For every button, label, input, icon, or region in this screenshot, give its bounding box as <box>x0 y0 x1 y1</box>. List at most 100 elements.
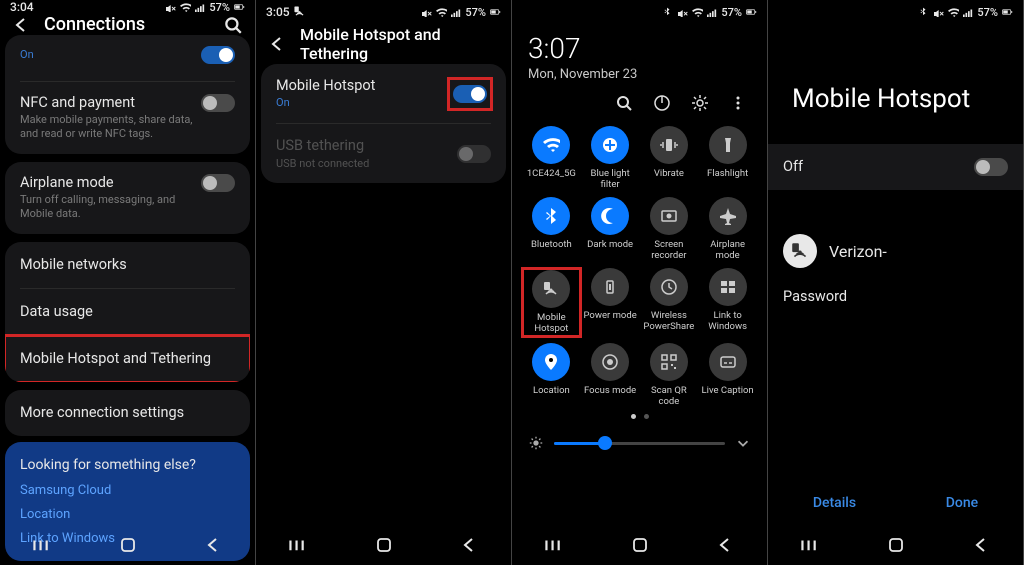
qs-tile-powershare[interactable]: Wireless PowerShare <box>640 268 699 337</box>
nav-back[interactable] <box>711 535 739 555</box>
power-icon <box>653 94 671 112</box>
qs-tile-flashlight[interactable]: Flashlight <box>698 126 757 191</box>
mute-icon <box>164 2 176 12</box>
qs-tile-darkmode[interactable]: Dark mode <box>581 197 640 262</box>
qs-search-button[interactable] <box>615 94 633 112</box>
brightness-expand[interactable] <box>735 435 751 451</box>
qs-tile-bluelight[interactable]: Blue light filter <box>581 126 640 191</box>
search-button[interactable] <box>223 15 243 35</box>
qs-circle <box>709 197 747 235</box>
qs-tile-power[interactable]: Power mode <box>581 268 640 337</box>
qs-tile-caption[interactable]: Live Caption <box>698 343 757 408</box>
qs-more-button[interactable] <box>729 94 747 112</box>
airplane-toggle[interactable] <box>201 174 235 192</box>
hotspot-toggle[interactable] <box>453 85 487 103</box>
qs-circle <box>532 270 570 308</box>
power-icon <box>601 278 619 296</box>
qs-label: Vibrate <box>654 169 684 191</box>
password-value <box>783 309 831 320</box>
bluetooth-status-icon <box>661 7 673 17</box>
nav-recents[interactable] <box>285 535 313 555</box>
qs-tile-screenrec[interactable]: Screen recorder <box>640 197 699 262</box>
caption-icon <box>719 353 737 371</box>
link-location[interactable]: Location <box>20 507 235 522</box>
qs-tile-qr[interactable]: Scan QR code <box>640 343 699 408</box>
qs-tile-airplane[interactable]: Airplane mode <box>698 197 757 262</box>
back-button[interactable] <box>268 35 286 53</box>
usb-toggle <box>457 145 491 163</box>
nav-back[interactable] <box>455 535 483 555</box>
nav-recents[interactable] <box>797 535 825 555</box>
hotspot-detail-panel: 57% Mobile Hotspot Off Verizon- Password… <box>768 0 1024 565</box>
wifi-icon <box>691 7 703 17</box>
location-icon <box>542 353 560 371</box>
airplane-row[interactable]: Airplane mode Turn off calling, messagin… <box>5 162 250 234</box>
battery-icon <box>745 7 757 17</box>
screenrec-icon <box>660 207 678 225</box>
bluelight-icon <box>601 136 619 154</box>
nav-back[interactable] <box>967 535 995 555</box>
nav-bar <box>0 525 255 565</box>
nfc-row[interactable]: NFC and payment Make mobile payments, sh… <box>5 82 250 154</box>
nav-home[interactable] <box>370 535 398 555</box>
hotspot-tethering-row[interactable]: Mobile Hotspot and Tethering <box>5 336 250 382</box>
qs-label: Blue light filter <box>581 169 640 191</box>
battery-text: 57% <box>721 6 742 19</box>
qs-tile-wifi[interactable]: 1CE424_5G <box>522 126 581 191</box>
mobile-hotspot-row[interactable]: Mobile Hotspot On <box>261 64 506 123</box>
qs-label: Dark mode <box>587 240 633 262</box>
mobile-networks-row[interactable]: Mobile networks <box>5 242 250 288</box>
qs-circle <box>709 343 747 381</box>
hotspot-master-toggle[interactable] <box>974 158 1008 176</box>
done-button[interactable]: Done <box>946 495 978 511</box>
qs-tile-location[interactable]: Location <box>522 343 581 408</box>
nav-home[interactable] <box>882 535 910 555</box>
nav-home[interactable] <box>626 535 654 555</box>
qs-circle <box>591 268 629 306</box>
qs-tile-focus[interactable]: Focus mode <box>581 343 640 408</box>
password-label: Password <box>783 288 847 305</box>
qs-tile-vibrate[interactable]: Vibrate <box>640 126 699 191</box>
qs-circle <box>650 343 688 381</box>
qs-tiles-grid: 1CE424_5GBlue light filter Vibrate Flashli… <box>512 120 767 408</box>
qs-circle <box>650 197 688 235</box>
usb-label: USB tethering <box>276 137 449 154</box>
qs-settings-button[interactable] <box>691 94 709 112</box>
clock-block: 3:07 Mon, November 23 <box>512 24 767 84</box>
nav-recents[interactable] <box>29 535 57 555</box>
nav-back[interactable] <box>199 535 227 555</box>
nfc-toggle[interactable] <box>201 94 235 112</box>
password-row[interactable]: Password <box>768 282 1023 333</box>
off-label: Off <box>783 158 803 175</box>
nfc-label: NFC and payment <box>20 94 193 111</box>
mute-icon <box>676 7 688 17</box>
qs-tile-windows[interactable]: Link to Windows <box>698 268 757 337</box>
data-usage-row[interactable]: Data usage <box>5 289 250 335</box>
card-hotspot: Mobile Hotspot On USB tethering USB not … <box>261 64 506 183</box>
card-more: More connection settings <box>5 390 250 436</box>
battery-text: 57% <box>465 6 486 19</box>
nav-recents[interactable] <box>541 535 569 555</box>
signal-icon <box>194 2 206 12</box>
back-button[interactable] <box>12 16 30 34</box>
qs-tile-bluetooth[interactable]: Bluetooth <box>522 197 581 262</box>
qs-power-button[interactable] <box>653 94 671 112</box>
hotspot-sub: On <box>276 96 441 110</box>
more-connection-row[interactable]: More connection settings <box>5 390 250 436</box>
more-icon <box>729 94 747 112</box>
qs-tile-hotspot[interactable]: Mobile Hotspot <box>522 268 581 337</box>
clock: 3:04 <box>10 0 34 14</box>
status-bar: 57% <box>768 0 1023 24</box>
details-button[interactable]: Details <box>813 495 856 511</box>
link-samsung-cloud[interactable]: Samsung Cloud <box>20 483 235 498</box>
status-icons: 57% <box>164 1 245 14</box>
hotspot-off-row[interactable]: Off <box>768 144 1023 190</box>
ssid-row[interactable]: Verizon- <box>768 220 1023 282</box>
wifi-icon <box>947 7 959 17</box>
ssid-value: Verizon- <box>829 242 967 261</box>
vibrate-icon <box>660 136 678 154</box>
page-title: Connections <box>44 14 209 35</box>
brightness-slider[interactable] <box>554 442 725 445</box>
nav-home[interactable] <box>114 535 142 555</box>
prev-toggle[interactable] <box>201 46 235 64</box>
